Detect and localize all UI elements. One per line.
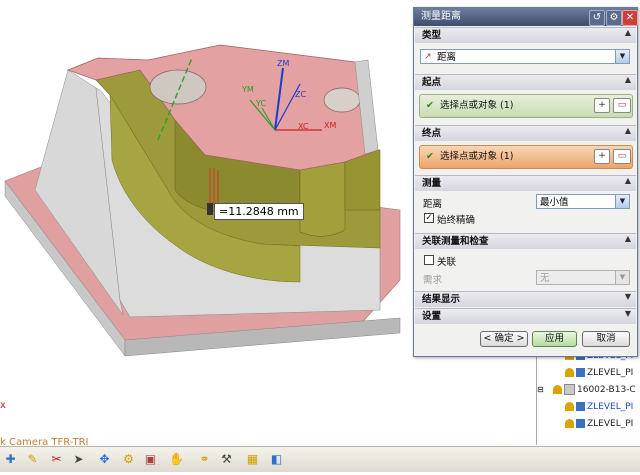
apply-button[interactable]: 应用 (532, 331, 577, 347)
tool-key-icon (565, 368, 574, 377)
check-icon: ✔ (426, 100, 434, 111)
edit-icon[interactable]: ✎ (24, 451, 41, 468)
start-select-text: 选择点或对象 (1) (440, 100, 514, 111)
tree-item[interactable]: ⊟ 16002-B13-C (537, 381, 636, 398)
tool-icon[interactable]: ⚒ (218, 451, 235, 468)
chevron-down-icon[interactable]: ▼ (625, 292, 631, 301)
hand-icon[interactable]: ✋ (168, 451, 185, 468)
type-select-value: 距离 (437, 52, 457, 63)
end-select-text: 选择点或对象 (1) (440, 151, 514, 162)
origin-x-mark: x (0, 400, 6, 411)
operation-icon (576, 368, 585, 377)
section-label: 终点 (422, 128, 442, 139)
bottom-toolbar: ✚ ✎ ✂ ➤ ✥ ⚙ ▣ ✋ ⚭ ⚒ ▦ ◧ (0, 446, 640, 472)
requirement-label: 需求 (423, 275, 443, 286)
section-label: 设置 (422, 311, 442, 322)
type-select[interactable]: ↗ 距离 ▼ (420, 49, 630, 64)
measure-section-header[interactable]: 测量 ▲ (415, 175, 636, 191)
tree-item[interactable]: ZLEVEL_PI (537, 364, 633, 381)
add-icon[interactable]: ✚ (2, 451, 19, 468)
always-precise-label: 始终精确 (437, 215, 476, 226)
result-display-section-header[interactable]: 结果显示 ▼ (415, 291, 636, 307)
axis-xm-label: XM (324, 121, 336, 130)
axis-zc-label: ZC (295, 90, 306, 99)
end-point-selector[interactable]: ✔ 选择点或对象 (1) + ▭ (419, 145, 633, 169)
folder-icon (564, 384, 575, 395)
chevron-up-icon[interactable]: ▲ (625, 234, 631, 243)
start-point-selector[interactable]: ✔ 选择点或对象 (1) + ▭ (419, 94, 633, 118)
measure-distance-dialog: 测量距离 ↺ ⚙ ✕ 类型 ▲ ↗ 距离 ▼ 起点 ▲ ✔ 选择点或对象 (1)… (413, 7, 638, 357)
reset-icon[interactable]: ↺ (589, 10, 605, 26)
chevron-down-icon[interactable]: ▼ (625, 309, 631, 318)
shape-icon[interactable]: ◧ (268, 451, 285, 468)
point-constructor-icon[interactable]: ▭ (613, 149, 631, 164)
tree-item-label: ZLEVEL_PI (587, 401, 634, 412)
associate-checkbox[interactable] (424, 255, 434, 265)
check-icon: ✔ (426, 151, 434, 162)
tree-item[interactable]: ZLEVEL_PI (537, 398, 633, 415)
collapse-icon[interactable]: ⊟ (537, 385, 553, 394)
move-icon[interactable]: ✥ (96, 451, 113, 468)
close-icon[interactable]: ✕ (622, 10, 638, 26)
ok-button[interactable]: < 确定 > (480, 331, 528, 347)
axis-xc-label: XC (298, 122, 309, 131)
group-icon[interactable]: ⚙ (120, 451, 137, 468)
section-label: 起点 (422, 77, 442, 88)
section-label: 测量 (422, 178, 442, 189)
requirement-select[interactable]: 无 ▼ (536, 270, 630, 285)
tool-key-icon (565, 419, 574, 428)
section-label: 类型 (422, 30, 442, 41)
tool-key-icon (553, 385, 562, 394)
chevron-up-icon[interactable]: ▲ (625, 176, 631, 185)
chevron-down-icon[interactable]: ▼ (615, 195, 629, 208)
chevron-down-icon[interactable]: ▼ (615, 50, 629, 63)
axis-zm-label: ZM (277, 59, 289, 68)
dialog-title: 测量距离 (421, 11, 461, 22)
tree-item-label: 16002-B13-C (577, 384, 636, 395)
tree-item-label: ZLEVEL_PI (587, 367, 634, 378)
part-navigator-tree[interactable]: ZLEVEL_PI ZLEVEL_PI ⊟ 16002-B13-C ZLEVEL… (536, 345, 640, 445)
box-icon[interactable]: ▣ (142, 451, 159, 468)
section-label: 结果显示 (422, 294, 461, 305)
distance-label: 距离 (423, 199, 443, 210)
cancel-button[interactable]: 取消 (582, 331, 630, 347)
requirement-select-value: 无 (540, 273, 550, 284)
start-section-header[interactable]: 起点 ▲ (415, 74, 636, 90)
distance-icon: ↗ (424, 52, 432, 62)
chevron-down-icon[interactable]: ▼ (615, 271, 629, 284)
always-precise-checkbox[interactable]: ✓ (424, 213, 434, 223)
point-dialog-icon[interactable]: + (594, 149, 610, 164)
associate-label: 关联 (437, 257, 457, 268)
chevron-up-icon[interactable]: ▲ (625, 75, 631, 84)
tree-item[interactable]: ZLEVEL_PI (537, 415, 633, 432)
assoc-section-header[interactable]: 关联测量和检查 ▲ (415, 233, 636, 249)
arrow-icon[interactable]: ➤ (70, 451, 87, 468)
tree-item-label: ZLEVEL_PI (587, 418, 634, 429)
layers-icon[interactable]: ▦ (244, 451, 261, 468)
tool-key-icon (565, 402, 574, 411)
dialog-title-bar[interactable]: 测量距离 ↺ ⚙ ✕ (414, 8, 638, 26)
point-constructor-icon[interactable]: ▭ (613, 98, 631, 113)
axis-ym-label: YM (241, 85, 254, 94)
point-dialog-icon[interactable]: + (594, 98, 610, 113)
operation-icon (576, 402, 585, 411)
link-icon[interactable]: ⚭ (196, 451, 213, 468)
operation-icon (576, 419, 585, 428)
measurement-label: =11.2848 mm (214, 203, 304, 220)
gear-icon[interactable]: ⚙ (606, 10, 622, 26)
settings-section-header[interactable]: 设置 ▼ (415, 308, 636, 324)
chevron-up-icon[interactable]: ▲ (625, 126, 631, 135)
distance-select[interactable]: 最小值 ▼ (536, 194, 630, 209)
end-section-header[interactable]: 终点 ▲ (415, 125, 636, 141)
type-section-header[interactable]: 类型 ▲ (415, 27, 636, 43)
axis-yc-label: YC (255, 99, 266, 108)
distance-select-value: 最小值 (540, 197, 569, 208)
section-label: 关联测量和检查 (422, 236, 489, 247)
cut-icon[interactable]: ✂ (48, 451, 65, 468)
chevron-up-icon[interactable]: ▲ (625, 28, 631, 37)
